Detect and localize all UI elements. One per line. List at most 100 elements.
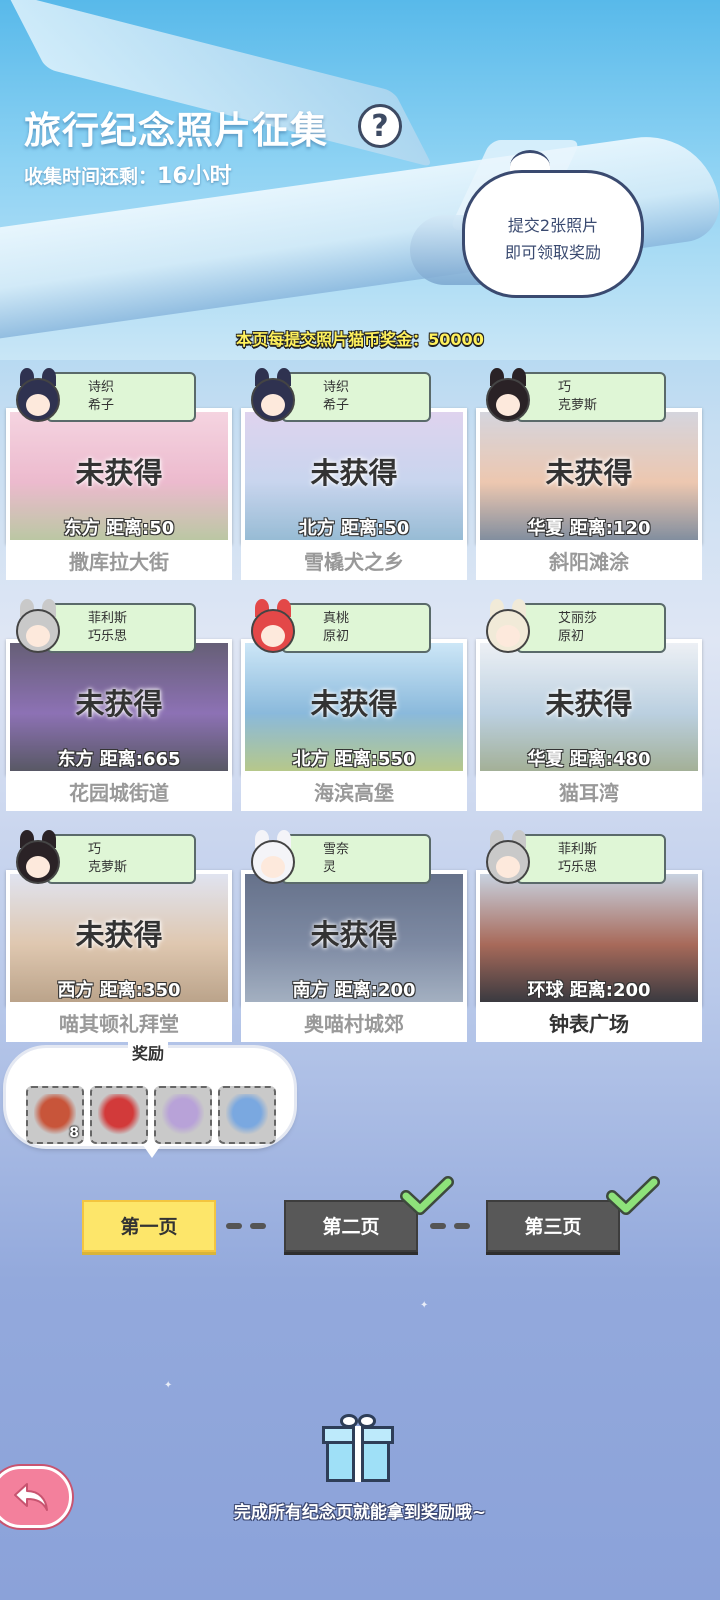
character-avatar-icon [484,368,532,424]
photo-thumbnail: 未获得 北方 距离:550 [241,639,467,775]
speech-line-1: 提交2张照片 [507,216,599,235]
photo-card[interactable]: 未获得 北方 距离:550 海滨高堡 真桃 原初 [241,599,467,811]
photo-card[interactable]: 未获得 东方 距离:665 花园城街道 菲利斯 巧乐思 [6,599,232,811]
place-name: 喵其顿礼拜堂 [6,1006,232,1042]
page-title: 旅行纪念照片征集 [24,109,328,152]
avatar-face [261,394,285,416]
direction-label: 东方 [63,518,100,539]
location-info: 北方 距离:50 [243,514,465,540]
page-tab-2[interactable]: 第二页 [284,1200,418,1252]
character-avatar-icon [249,830,297,886]
status-label: 未获得 [310,456,398,490]
avatar-face [261,625,285,647]
location-info: 东方 距离:50 [8,514,230,540]
gift-icon[interactable] [322,1414,394,1482]
status-label: 未获得 [75,687,163,721]
character-tag: 雪奈 灵 [281,834,431,884]
garland-icon [98,1094,140,1136]
reward-count: 8 [69,1125,79,1141]
character-tag: 诗织 希子 [46,372,196,422]
photo-thumbnail: 未获得 东方 距离:50 [6,408,232,544]
character-name-line1: 菲利斯 [88,611,128,626]
reward-item[interactable] [90,1086,148,1144]
back-arrow-icon [14,1483,48,1511]
speech-cloud-text: 提交2张照片 即可领取奖励 [462,212,644,266]
distance-label: 距离:200 [334,980,416,1001]
bonus-banner: 本页每提交照片猫币奖金：50000 [236,330,484,349]
character-avatar-icon [14,599,62,655]
distance-label: 距离:200 [569,980,651,1001]
place-name: 海滨高堡 [241,775,467,811]
character-tag: 菲利斯 巧乐思 [516,834,666,884]
character-name-line1: 艾丽莎 [558,611,598,626]
character-name-line1: 诗织 [88,380,115,395]
photo-card[interactable]: 未获得 北方 距离:50 雪橇犬之乡 诗织 希子 [241,368,467,580]
photo-card[interactable]: 未获得 南方 距离:200 奥喵村城郊 雪奈 灵 [241,830,467,1042]
photo-thumbnail: 未获得 南方 距离:200 [241,870,467,1006]
page-tab-1[interactable]: 第一页 [82,1200,216,1252]
reward-item[interactable]: 8 [26,1086,84,1144]
page-connector [226,1223,242,1229]
photo-card[interactable]: 未获得 东方 距离:50 撒库拉大街 诗织 希子 [6,368,232,580]
character-name-line1: 菲利斯 [558,842,598,857]
character-tag: 巧 克萝斯 [516,372,666,422]
character-tag: 诗织 希子 [281,372,431,422]
avatar-face [496,625,520,647]
speech-cloud: 提交2张照片 即可领取奖励 [462,170,644,298]
direction-label: 南方 [292,980,329,1001]
character-name-line2: 原初 [558,629,585,644]
avatar-face [26,625,50,647]
character-avatar-icon [249,599,297,655]
direction-label: 华夏 [527,518,564,539]
page-tab-3[interactable]: 第三页 [486,1200,620,1252]
direction-label: 北方 [298,518,335,539]
place-name: 雪橇犬之乡 [241,544,467,580]
reward-title: 奖励 [128,1040,169,1064]
character-name-line2: 克萝斯 [88,860,128,875]
photo-thumbnail: 未获得 北方 距离:50 [241,408,467,544]
photo-card[interactable]: 未获得 华夏 距离:480 猫耳湾 艾丽莎 原初 [476,599,702,811]
place-name: 猫耳湾 [476,775,702,811]
character-avatar-icon [14,830,62,886]
page-connector [430,1223,446,1229]
character-avatar-icon [484,599,532,655]
photo-thumbnail: 环球 距离:200 [476,870,702,1006]
location-info: 环球 距离:200 [478,976,700,1002]
direction-label: 华夏 [527,749,564,770]
avatar-face [496,856,520,878]
character-name-line1: 雪奈 [323,842,350,857]
reward-item[interactable] [154,1086,212,1144]
place-name: 斜阳滩涂 [476,544,702,580]
photo-card[interactable]: 未获得 华夏 距离:120 斜阳滩涂 巧 克萝斯 [476,368,702,580]
character-avatar-icon [14,368,62,424]
character-tag: 真桃 原初 [281,603,431,653]
status-label: 未获得 [310,687,398,721]
place-name: 撒库拉大街 [6,544,232,580]
character-name-line1: 真桃 [323,611,350,626]
character-name-line2: 灵 [323,860,337,875]
character-avatar-icon [484,830,532,886]
character-tag: 菲利斯 巧乐思 [46,603,196,653]
character-name-line1: 巧 [558,380,572,395]
back-button[interactable] [0,1466,72,1528]
speech-line-2: 即可领取奖励 [504,243,601,262]
place-name: 花园城街道 [6,775,232,811]
distance-label: 距离:550 [334,749,416,770]
help-icon[interactable]: ? [358,104,402,148]
character-name-line2: 希子 [323,398,350,413]
sparkle-decoration: ✦ [420,1300,429,1311]
page-connector [454,1223,470,1229]
photo-thumbnail: 未获得 西方 距离:350 [6,870,232,1006]
character-name-line2: 原初 [323,629,350,644]
checkmark-icon [400,1176,454,1215]
page-connector [250,1223,266,1229]
avatar-face [26,856,50,878]
dress-icon [226,1094,268,1136]
character-name-line2: 克萝斯 [558,398,598,413]
status-label: 未获得 [75,918,163,952]
direction-label: 东方 [57,749,94,770]
photo-card[interactable]: 未获得 西方 距离:350 喵其顿礼拜堂 巧 克萝斯 [6,830,232,1042]
reward-item[interactable] [218,1086,276,1144]
photo-card[interactable]: 环球 距离:200 钟表广场 菲利斯 巧乐思 [476,830,702,1042]
footer-hint: 完成所有纪念页就能拿到奖励哦~ [233,1503,487,1523]
